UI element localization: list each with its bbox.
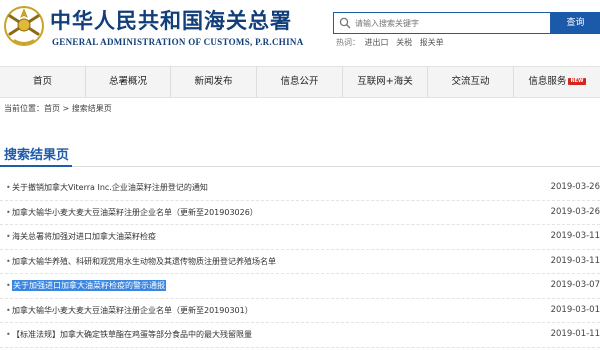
search-button[interactable]: 查询 (551, 12, 600, 34)
hot-word-link[interactable]: 关税 (396, 38, 412, 47)
result-title-link[interactable]: 加拿大输华小麦大麦大豆油菜籽注册企业名单（更新至201903026） (12, 207, 258, 218)
title-divider-accent (0, 165, 72, 167)
search-icon (339, 17, 351, 29)
breadcrumb-separator: > (62, 104, 70, 113)
result-title-link[interactable]: 加拿大输华小麦大麦大豆油菜籽注册企业名单（更新至20190301） (12, 305, 253, 316)
page-title: 搜索结果页 (4, 148, 70, 163)
nav-item-label: 信息公开 (280, 76, 319, 87)
site-title-cn[interactable]: 中华人民共和国海关总署 (50, 5, 292, 35)
main-nav: 首页 总署概况 新闻发布 信息公开 互联网+海关 交流互动 信息服务 NEW (0, 66, 600, 98)
title-divider (0, 165, 600, 167)
bullet-icon: • (6, 207, 11, 217)
result-date: 2019-03-11 (550, 255, 600, 266)
nav-item-services[interactable]: 信息服务 NEW (514, 67, 600, 97)
list-item: • 关于加强进口加拿大油菜籽检疫的警示通报 2019-03-07 (0, 274, 600, 299)
result-date: 2019-03-26 (550, 206, 600, 217)
list-item: • 关于撤销加拿大Viterra Inc.企业油菜籽注册登记的通知 2019-0… (0, 176, 600, 201)
breadcrumb: 当前位置：首页 > 搜索结果页 (4, 103, 112, 114)
search-box (333, 12, 551, 34)
nav-item-interaction[interactable]: 交流互动 (428, 67, 514, 97)
nav-item-label: 首页 (32, 76, 52, 87)
list-item: • 加拿大输华养殖、科研和观赏用水生动物及其遗传物质注册登记养殖场名单 2019… (0, 250, 600, 274)
result-date: 2019-03-07 (550, 280, 600, 290)
list-item: • 加拿大输华小麦大麦大豆油菜籽注册企业名单（更新至201903026） 201… (0, 201, 600, 225)
bullet-icon: • (6, 281, 11, 290)
hot-words: 热词： 进出口 关税 报关单 (336, 37, 449, 48)
search-results-list: • 关于撤销加拿大Viterra Inc.企业油菜籽注册登记的通知 2019-0… (0, 176, 600, 348)
list-item: • 加拿大输华小麦大麦大豆油菜籽注册企业名单（更新至20190301） 2019… (0, 299, 600, 323)
result-date: 2019-03-11 (550, 231, 600, 241)
new-badge: NEW (568, 78, 586, 85)
bullet-icon: • (6, 305, 11, 315)
hot-word-link[interactable]: 报关单 (420, 38, 444, 47)
breadcrumb-home-link[interactable]: 首页 (44, 104, 60, 113)
bullet-icon: • (6, 256, 11, 266)
bullet-icon: • (6, 330, 11, 339)
hot-word-link[interactable]: 进出口 (365, 38, 389, 47)
nav-item-news[interactable]: 新闻发布 (171, 67, 257, 97)
list-item: • 【标准法规】加拿大确定铁草酯在鸡蛋等部分食品中的最大残留限量 2019-01… (0, 323, 600, 348)
nav-item-label: 互联网+海关 (357, 76, 413, 87)
nav-item-disclosure[interactable]: 信息公开 (257, 67, 343, 97)
site-header: 中华人民共和国海关总署 GENERAL ADMINISTRATION OF CU… (0, 0, 600, 62)
breadcrumb-current: 搜索结果页 (71, 104, 112, 113)
nav-item-internet-plus[interactable]: 互联网+海关 (343, 67, 428, 97)
customs-emblem-logo[interactable] (2, 4, 46, 48)
nav-item-label: 总署概况 (108, 76, 147, 87)
result-title-link-highlighted[interactable]: 关于加强进口加拿大油菜籽检疫的警示通报 (12, 280, 166, 291)
result-date: 2019-01-11 (550, 329, 600, 339)
result-title-link[interactable]: 海关总署将加强对进口加拿大油菜籽检疫 (12, 231, 156, 242)
hot-words-label: 热词： (336, 38, 360, 47)
breadcrumb-prefix: 当前位置： (4, 104, 44, 113)
nav-item-label: 新闻发布 (194, 76, 233, 87)
site-title-en: GENERAL ADMINISTRATION OF CUSTOMS, P.R.C… (52, 37, 304, 47)
nav-item-label: 交流互动 (451, 76, 490, 87)
result-title-link[interactable]: 关于撤销加拿大Viterra Inc.企业油菜籽注册登记的通知 (12, 182, 208, 193)
result-date: 2019-03-26 (550, 182, 600, 192)
nav-item-label: 信息服务 (528, 76, 567, 87)
bullet-icon: • (6, 183, 11, 192)
bullet-icon: • (6, 232, 11, 241)
result-date: 2019-03-01 (550, 304, 600, 315)
list-item: • 海关总署将加强对进口加拿大油菜籽检疫 2019-03-11 (0, 225, 600, 250)
result-title-link[interactable]: 加拿大输华养殖、科研和观赏用水生动物及其遗传物质注册登记养殖场名单 (12, 256, 276, 267)
nav-item-overview[interactable]: 总署概况 (86, 67, 171, 97)
result-title-link[interactable]: 【标准法规】加拿大确定铁草酯在鸡蛋等部分食品中的最大残留限量 (12, 329, 252, 340)
search-input[interactable] (355, 15, 545, 31)
nav-item-home[interactable]: 首页 (0, 67, 86, 97)
